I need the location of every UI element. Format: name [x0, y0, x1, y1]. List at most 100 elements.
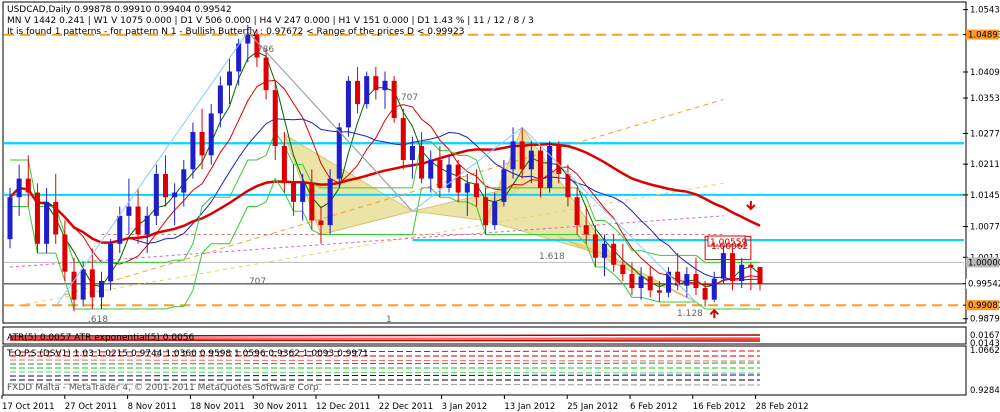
candle-body-2 [25, 178, 31, 193]
candle-body-11 [108, 243, 114, 282]
arrow-up-icon [709, 308, 719, 319]
fib-label-b: .707 [398, 93, 418, 103]
candle-body-7 [71, 271, 77, 300]
fib-label-a: .786 [254, 45, 274, 55]
candle-body-66 [611, 243, 617, 265]
candle-42 [391, 76, 397, 123]
candle-body-42 [391, 80, 397, 119]
tops-axis-bottom: 0.9284 [970, 386, 1000, 396]
candle-75 [693, 257, 699, 295]
candle-body-56 [519, 141, 525, 170]
price-label-3: 1.03530 [970, 94, 1000, 104]
candle-72 [666, 267, 672, 298]
candle-body-38 [355, 80, 361, 105]
candle-body-20 [190, 132, 196, 170]
candle-body-70 [647, 276, 653, 291]
time-label-6: 22 Dec 2011 [379, 402, 433, 412]
candle-body-24 [226, 71, 233, 86]
candle-body-12 [117, 215, 123, 244]
candle-body-45 [419, 146, 425, 179]
fib-label-d: .618 [88, 315, 108, 325]
candle-38 [355, 66, 361, 114]
time-label-5: 12 Dec 2011 [316, 402, 370, 412]
candle-body-1 [16, 178, 22, 198]
candle-82 [757, 266, 763, 291]
candle-43 [400, 108, 406, 170]
candle-body-5 [53, 201, 59, 235]
candle-body-60 [556, 146, 562, 174]
candle-body-3 [34, 192, 40, 244]
candle-body-39 [364, 76, 370, 105]
time-label-1: 27 Oct 2011 [65, 402, 118, 412]
price-label-0: 1.05430 [970, 6, 1000, 16]
candle-body-82 [757, 267, 763, 284]
price-label-4: 1.02770 [970, 129, 1000, 139]
candle-25 [236, 38, 242, 86]
price-label-11: 0.98790 [970, 315, 1000, 325]
chart-window: 1.05430 1.04893 1.04090 1.03530 1.02770 1.021… [0, 0, 1000, 412]
price-label-2: 1.04090 [970, 68, 1000, 78]
candle-body-4 [44, 201, 50, 244]
candle-15 [144, 206, 150, 254]
candle-body-57 [528, 150, 534, 170]
candle-body-80 [739, 264, 745, 282]
fib-label-g: 1.128 [677, 309, 703, 319]
candle-body-33 [309, 183, 315, 221]
symbol-info: USDCAD,Daily 0.99878 0.99910 0.99404 0.9… [7, 5, 232, 15]
candle-23 [217, 76, 223, 128]
candle-3 [34, 183, 40, 254]
candle-body-34 [318, 220, 324, 226]
tops-label: T.O.P.S (DSV1) 1.03 1.0215 0.9744 1.0360… [6, 349, 369, 359]
candle-body-51 [473, 183, 479, 198]
fib-label-e: 1.618 [539, 252, 565, 262]
candle-body-55 [510, 141, 516, 170]
candle-body-77 [711, 278, 717, 300]
candle-body-30 [281, 146, 287, 184]
candle-body-52 [483, 197, 489, 226]
atr-label: ATR(5) 0.0057 ATR exponential(5) 0.0056 [7, 333, 195, 343]
candle-body-36 [336, 127, 342, 179]
tops-line-2 [9, 359, 761, 362]
candle-body-64 [592, 234, 598, 258]
candle-body-81 [748, 264, 754, 268]
price-tag-top: 1.04893 [968, 31, 1000, 41]
candle-body-49 [455, 164, 461, 193]
candle-22 [208, 104, 214, 165]
candle-body-43 [400, 118, 406, 160]
candle-70 [647, 267, 653, 298]
candle-body-63 [583, 225, 589, 235]
candle-body-46 [428, 159, 434, 179]
candle-body-50 [464, 183, 470, 193]
candle-body-68 [629, 274, 635, 289]
candles [7, 24, 763, 312]
candle-body-35 [327, 178, 333, 226]
price-label-5: 1.02110 [970, 160, 1000, 170]
candle-10 [98, 271, 104, 309]
candle-14 [135, 187, 141, 244]
candle-35 [327, 169, 333, 235]
price-label-6: 1.01450 [970, 191, 1000, 201]
time-label-8: 13 Jan 2012 [504, 402, 555, 412]
candle-body-78 [720, 253, 726, 279]
candle-body-18 [172, 192, 178, 198]
candle-45 [419, 132, 425, 184]
candle-body-62 [574, 197, 580, 226]
candle-body-14 [135, 206, 141, 235]
candle-body-37 [345, 80, 351, 128]
candle-body-65 [601, 243, 608, 258]
candle-body-75 [693, 274, 699, 289]
ma-long [9, 142, 761, 244]
candle-48 [446, 155, 452, 193]
arrow-down-icon [746, 200, 756, 211]
time-label-12: 28 Feb 2012 [756, 402, 809, 412]
candle-2 [25, 155, 31, 207]
tops-line-5 [9, 371, 761, 374]
candle-59 [547, 141, 553, 193]
time-label-9: 25 Jan 2012 [567, 402, 618, 412]
candle-16 [153, 164, 159, 226]
pattern-info: It is found 1 patterns - for pattern N 1… [7, 27, 464, 37]
candle-39 [364, 71, 370, 109]
candle-30 [281, 132, 287, 193]
candle-body-19 [181, 169, 187, 193]
candle-body-0 [7, 197, 13, 240]
